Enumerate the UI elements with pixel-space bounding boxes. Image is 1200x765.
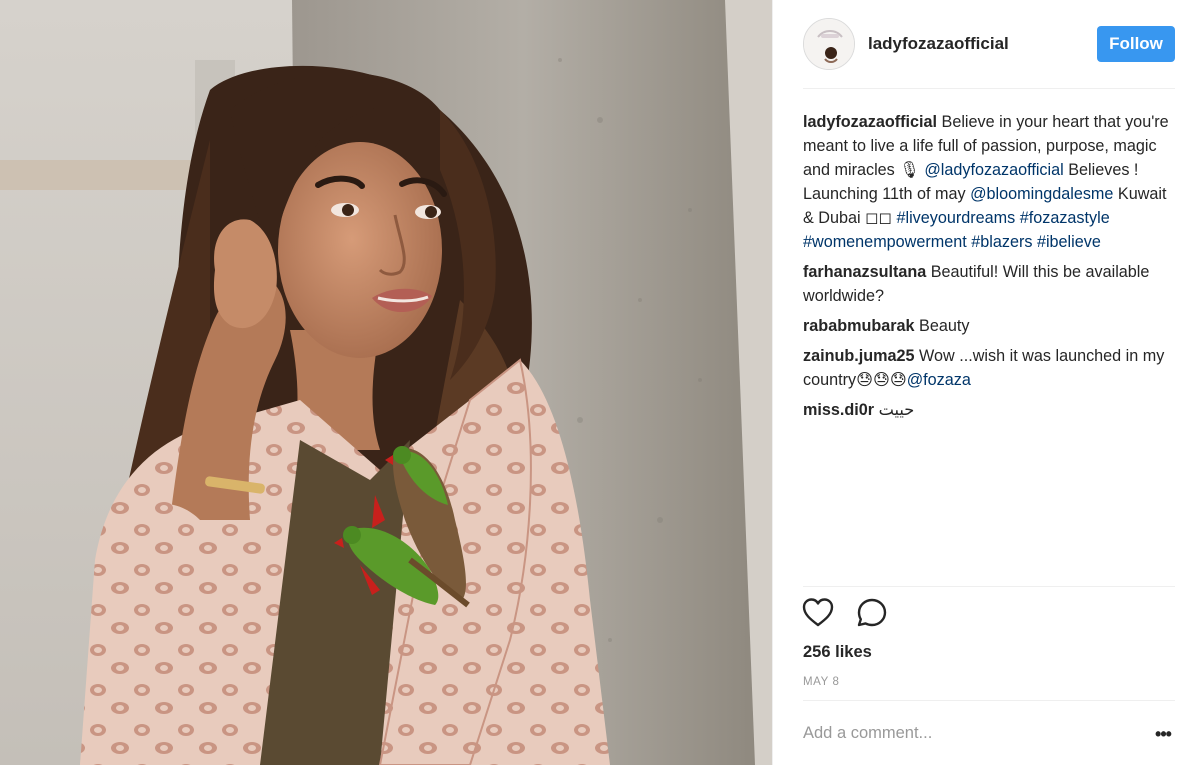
comment-item: miss.di0r حييت — [803, 398, 1175, 422]
more-options-icon[interactable]: ••• — [1151, 725, 1175, 747]
add-comment-input[interactable] — [803, 724, 1113, 743]
comment-text: Beauty — [914, 317, 970, 335]
post-actions — [801, 596, 905, 632]
comment-bubble-icon[interactable] — [855, 596, 891, 632]
hashtag-link[interactable]: #womenempowerment — [803, 233, 967, 251]
mention-link[interactable]: @bloomingdalesme — [970, 185, 1113, 203]
post-sidebar: ladyfozazaofficial Follow ladyfozazaoffi… — [772, 0, 1200, 765]
comment-item: ladyfozazaofficial Believe in your heart… — [803, 110, 1175, 254]
comment-text: حييت — [874, 401, 915, 419]
comment-username[interactable]: miss.di0r — [803, 401, 874, 419]
post-photo[interactable] — [0, 0, 772, 765]
comment-item: zainub.juma25 Wow ...wish it was launche… — [803, 344, 1175, 392]
hashtag-link[interactable]: #fozazastyle — [1020, 209, 1110, 227]
post-photo-illustration — [0, 0, 772, 765]
mention-link[interactable]: @fozaza — [907, 371, 971, 389]
avatar[interactable] — [803, 18, 855, 70]
comment-username[interactable]: farhanazsultana — [803, 263, 926, 281]
hashtag-link[interactable]: #ibelieve — [1037, 233, 1101, 251]
comment-username[interactable]: rababmubarak — [803, 317, 915, 335]
comments-list: ladyfozazaofficial Believe in your heart… — [803, 110, 1175, 428]
comment-username[interactable]: zainub.juma25 — [803, 347, 915, 365]
mention-link[interactable]: @ladyfozazaofficial — [924, 161, 1063, 179]
comments-divider — [803, 586, 1175, 587]
post-date[interactable]: MAY 8 — [803, 676, 839, 688]
post-author-username[interactable]: ladyfozazaofficial — [868, 34, 1009, 54]
comment-item: farhanazsultana Beautiful! Will this be … — [803, 260, 1175, 308]
comment-item: rababmubarak Beauty — [803, 314, 1175, 338]
post-header: ladyfozazaofficial Follow — [773, 0, 1200, 88]
actions-divider — [803, 700, 1175, 701]
likes-count[interactable]: 256 likes — [803, 643, 872, 662]
hashtag-link[interactable]: #liveyourdreams — [896, 209, 1015, 227]
header-divider — [803, 88, 1175, 89]
follow-button[interactable]: Follow — [1097, 26, 1175, 62]
avatar-image — [804, 19, 854, 69]
comment-username[interactable]: ladyfozazaofficial — [803, 113, 937, 131]
heart-icon[interactable] — [801, 596, 837, 632]
hashtag-link[interactable]: #blazers — [971, 233, 1032, 251]
